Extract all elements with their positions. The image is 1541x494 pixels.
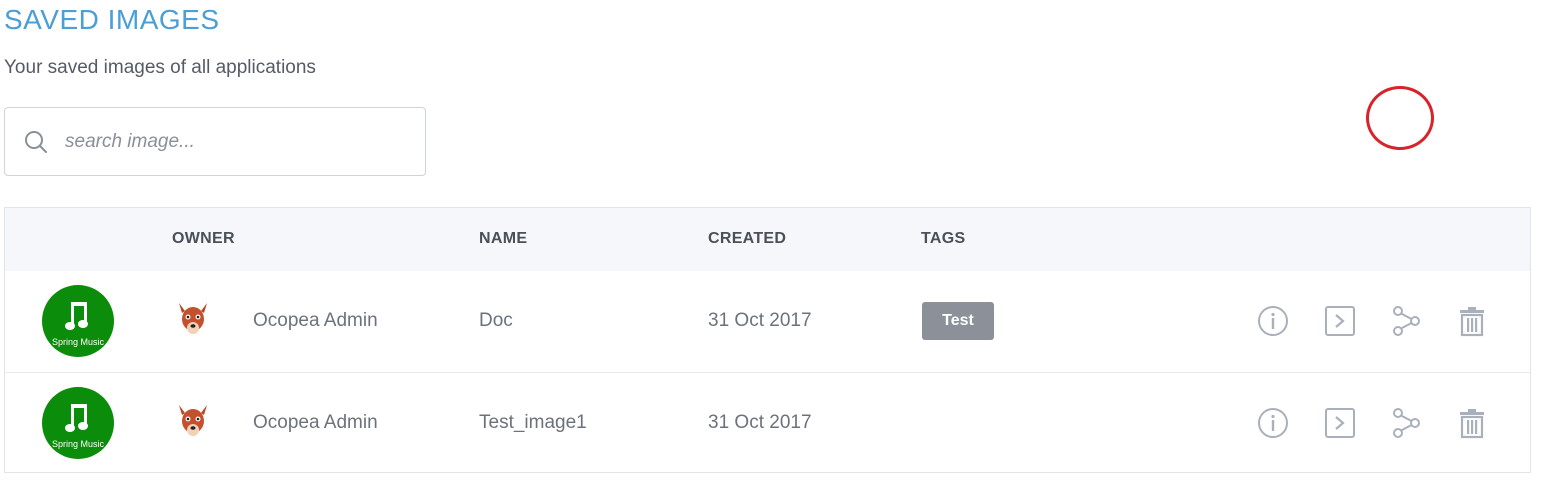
- column-header-tags: TAGS: [921, 230, 966, 247]
- share-icon[interactable]: [1388, 303, 1424, 339]
- music-note-icon: [65, 404, 88, 432]
- app-avatar: Spring Music: [42, 387, 114, 459]
- highlight-circle-annotation: [1366, 86, 1434, 150]
- search-box[interactable]: [4, 107, 426, 176]
- music-note-icon: [65, 302, 88, 330]
- terminal-icon[interactable]: [1322, 405, 1358, 441]
- info-icon[interactable]: [1255, 405, 1291, 441]
- app-avatar: Spring Music: [42, 285, 114, 357]
- created-date: 31 Oct 2017: [708, 412, 812, 433]
- column-header-owner: OWNER: [172, 230, 235, 247]
- search-input[interactable]: [63, 129, 397, 154]
- table-row[interactable]: Spring Music Ocopea Admin Doc 31 Oct 201…: [5, 271, 1530, 371]
- app-name: Spring Music: [51, 439, 105, 449]
- owner-name: Ocopea Admin: [253, 310, 378, 331]
- column-header-created: CREATED: [708, 230, 787, 247]
- page-title: SAVED IMAGES: [4, 4, 220, 35]
- image-name: Doc: [479, 310, 513, 331]
- deer-avatar-icon: [179, 303, 207, 334]
- image-name: Test_image1: [479, 412, 587, 433]
- app-name: Spring Music: [51, 337, 105, 347]
- terminal-icon[interactable]: [1322, 303, 1358, 339]
- share-icon[interactable]: [1388, 405, 1424, 441]
- created-date: 31 Oct 2017: [708, 310, 812, 331]
- column-header-name: NAME: [479, 230, 528, 247]
- trash-icon[interactable]: [1454, 303, 1490, 339]
- table-row[interactable]: Spring Music Ocopea Admin Test_image1 31…: [5, 372, 1530, 473]
- images-table: OWNER NAME CREATED TAGS Spring Music Oco: [4, 207, 1531, 473]
- page-subtitle: Your saved images of all applications: [4, 57, 316, 78]
- deer-avatar-icon: [179, 405, 207, 436]
- tag-badge[interactable]: Test: [922, 302, 994, 340]
- search-icon: [23, 129, 49, 155]
- trash-icon[interactable]: [1454, 405, 1490, 441]
- info-icon[interactable]: [1255, 303, 1291, 339]
- table-header: OWNER NAME CREATED TAGS: [5, 208, 1530, 271]
- owner-name: Ocopea Admin: [253, 412, 378, 433]
